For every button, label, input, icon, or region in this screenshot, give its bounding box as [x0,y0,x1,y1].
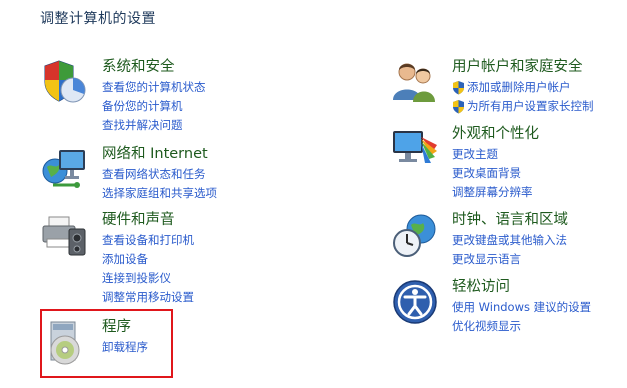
printer-speaker-icon[interactable] [41,211,89,259]
link-add-device[interactable]: 添加设备 [102,250,402,269]
link-troubleshoot[interactable]: 查找并解决问题 [102,116,402,135]
category-title-ease-of-access[interactable]: 轻松访问 [452,278,627,296]
highlight-box [40,309,173,378]
link-parental-controls[interactable]: 为所有用户设置家长控制 [452,97,627,116]
link-add-remove-accounts-label: 添加或删除用户帐户 [467,80,571,94]
category-title-hardware-sound[interactable]: 硬件和声音 [102,211,402,229]
category-network-internet: 网络和 Internet 查看网络状态和任务 选择家庭组和共享选项 [41,145,341,205]
category-system-security: 系统和安全 查看您的计算机状态 备份您的计算机 查找并解决问题 [41,58,341,138]
link-devices-printers[interactable]: 查看设备和打印机 [102,231,402,250]
monitor-palette-icon[interactable] [391,125,439,173]
link-screen-resolution[interactable]: 调整屏幕分辨率 [452,183,627,202]
users-icon[interactable] [391,58,439,106]
link-desktop-background[interactable]: 更改桌面背景 [452,164,627,183]
category-ease-of-access: 轻松访问 使用 Windows 建议的设置 优化视频显示 [391,278,627,338]
category-title-network-internet[interactable]: 网络和 Internet [102,145,402,163]
link-display-language[interactable]: 更改显示语言 [452,250,627,269]
category-appearance: 外观和个性化 更改主题 更改桌面背景 调整屏幕分辨率 [391,125,627,205]
category-title-user-accounts[interactable]: 用户帐户和家庭安全 [452,58,627,76]
link-change-theme[interactable]: 更改主题 [452,145,627,164]
network-globe-icon[interactable] [41,145,89,193]
link-homegroup-sharing[interactable]: 选择家庭组和共享选项 [102,184,402,203]
category-title-system-security[interactable]: 系统和安全 [102,58,402,76]
shield-chart-icon[interactable] [41,58,89,106]
link-backup-computer[interactable]: 备份您的计算机 [102,97,402,116]
link-parental-controls-label: 为所有用户设置家长控制 [467,99,594,113]
uac-shield-icon [453,99,464,113]
category-title-appearance[interactable]: 外观和个性化 [452,125,627,143]
category-title-clock-region[interactable]: 时钟、语言和区域 [452,211,627,229]
link-view-computer-status[interactable]: 查看您的计算机状态 [102,78,402,97]
uac-shield-icon [453,80,464,94]
link-connect-projector[interactable]: 连接到投影仪 [102,269,402,288]
page-title: 调整计算机的设置 [40,11,156,27]
link-optimize-visual-display[interactable]: 优化视频显示 [452,317,627,336]
link-change-keyboard[interactable]: 更改键盘或其他输入法 [452,231,627,250]
category-user-accounts: 用户帐户和家庭安全 添加或删除用户帐户 为所有用户设置家长控制 [391,58,627,118]
clock-globe-icon[interactable] [391,211,439,259]
category-clock-region: 时钟、语言和区域 更改键盘或其他输入法 更改显示语言 [391,211,627,271]
ease-of-access-icon[interactable] [391,278,439,326]
link-add-remove-accounts[interactable]: 添加或删除用户帐户 [452,78,627,97]
link-windows-suggested-settings[interactable]: 使用 Windows 建议的设置 [452,298,627,317]
link-mobility-settings[interactable]: 调整常用移动设置 [102,288,402,307]
link-view-network-status[interactable]: 查看网络状态和任务 [102,165,402,184]
category-hardware-sound: 硬件和声音 查看设备和打印机 添加设备 连接到投影仪 调整常用移动设置 [41,211,341,306]
